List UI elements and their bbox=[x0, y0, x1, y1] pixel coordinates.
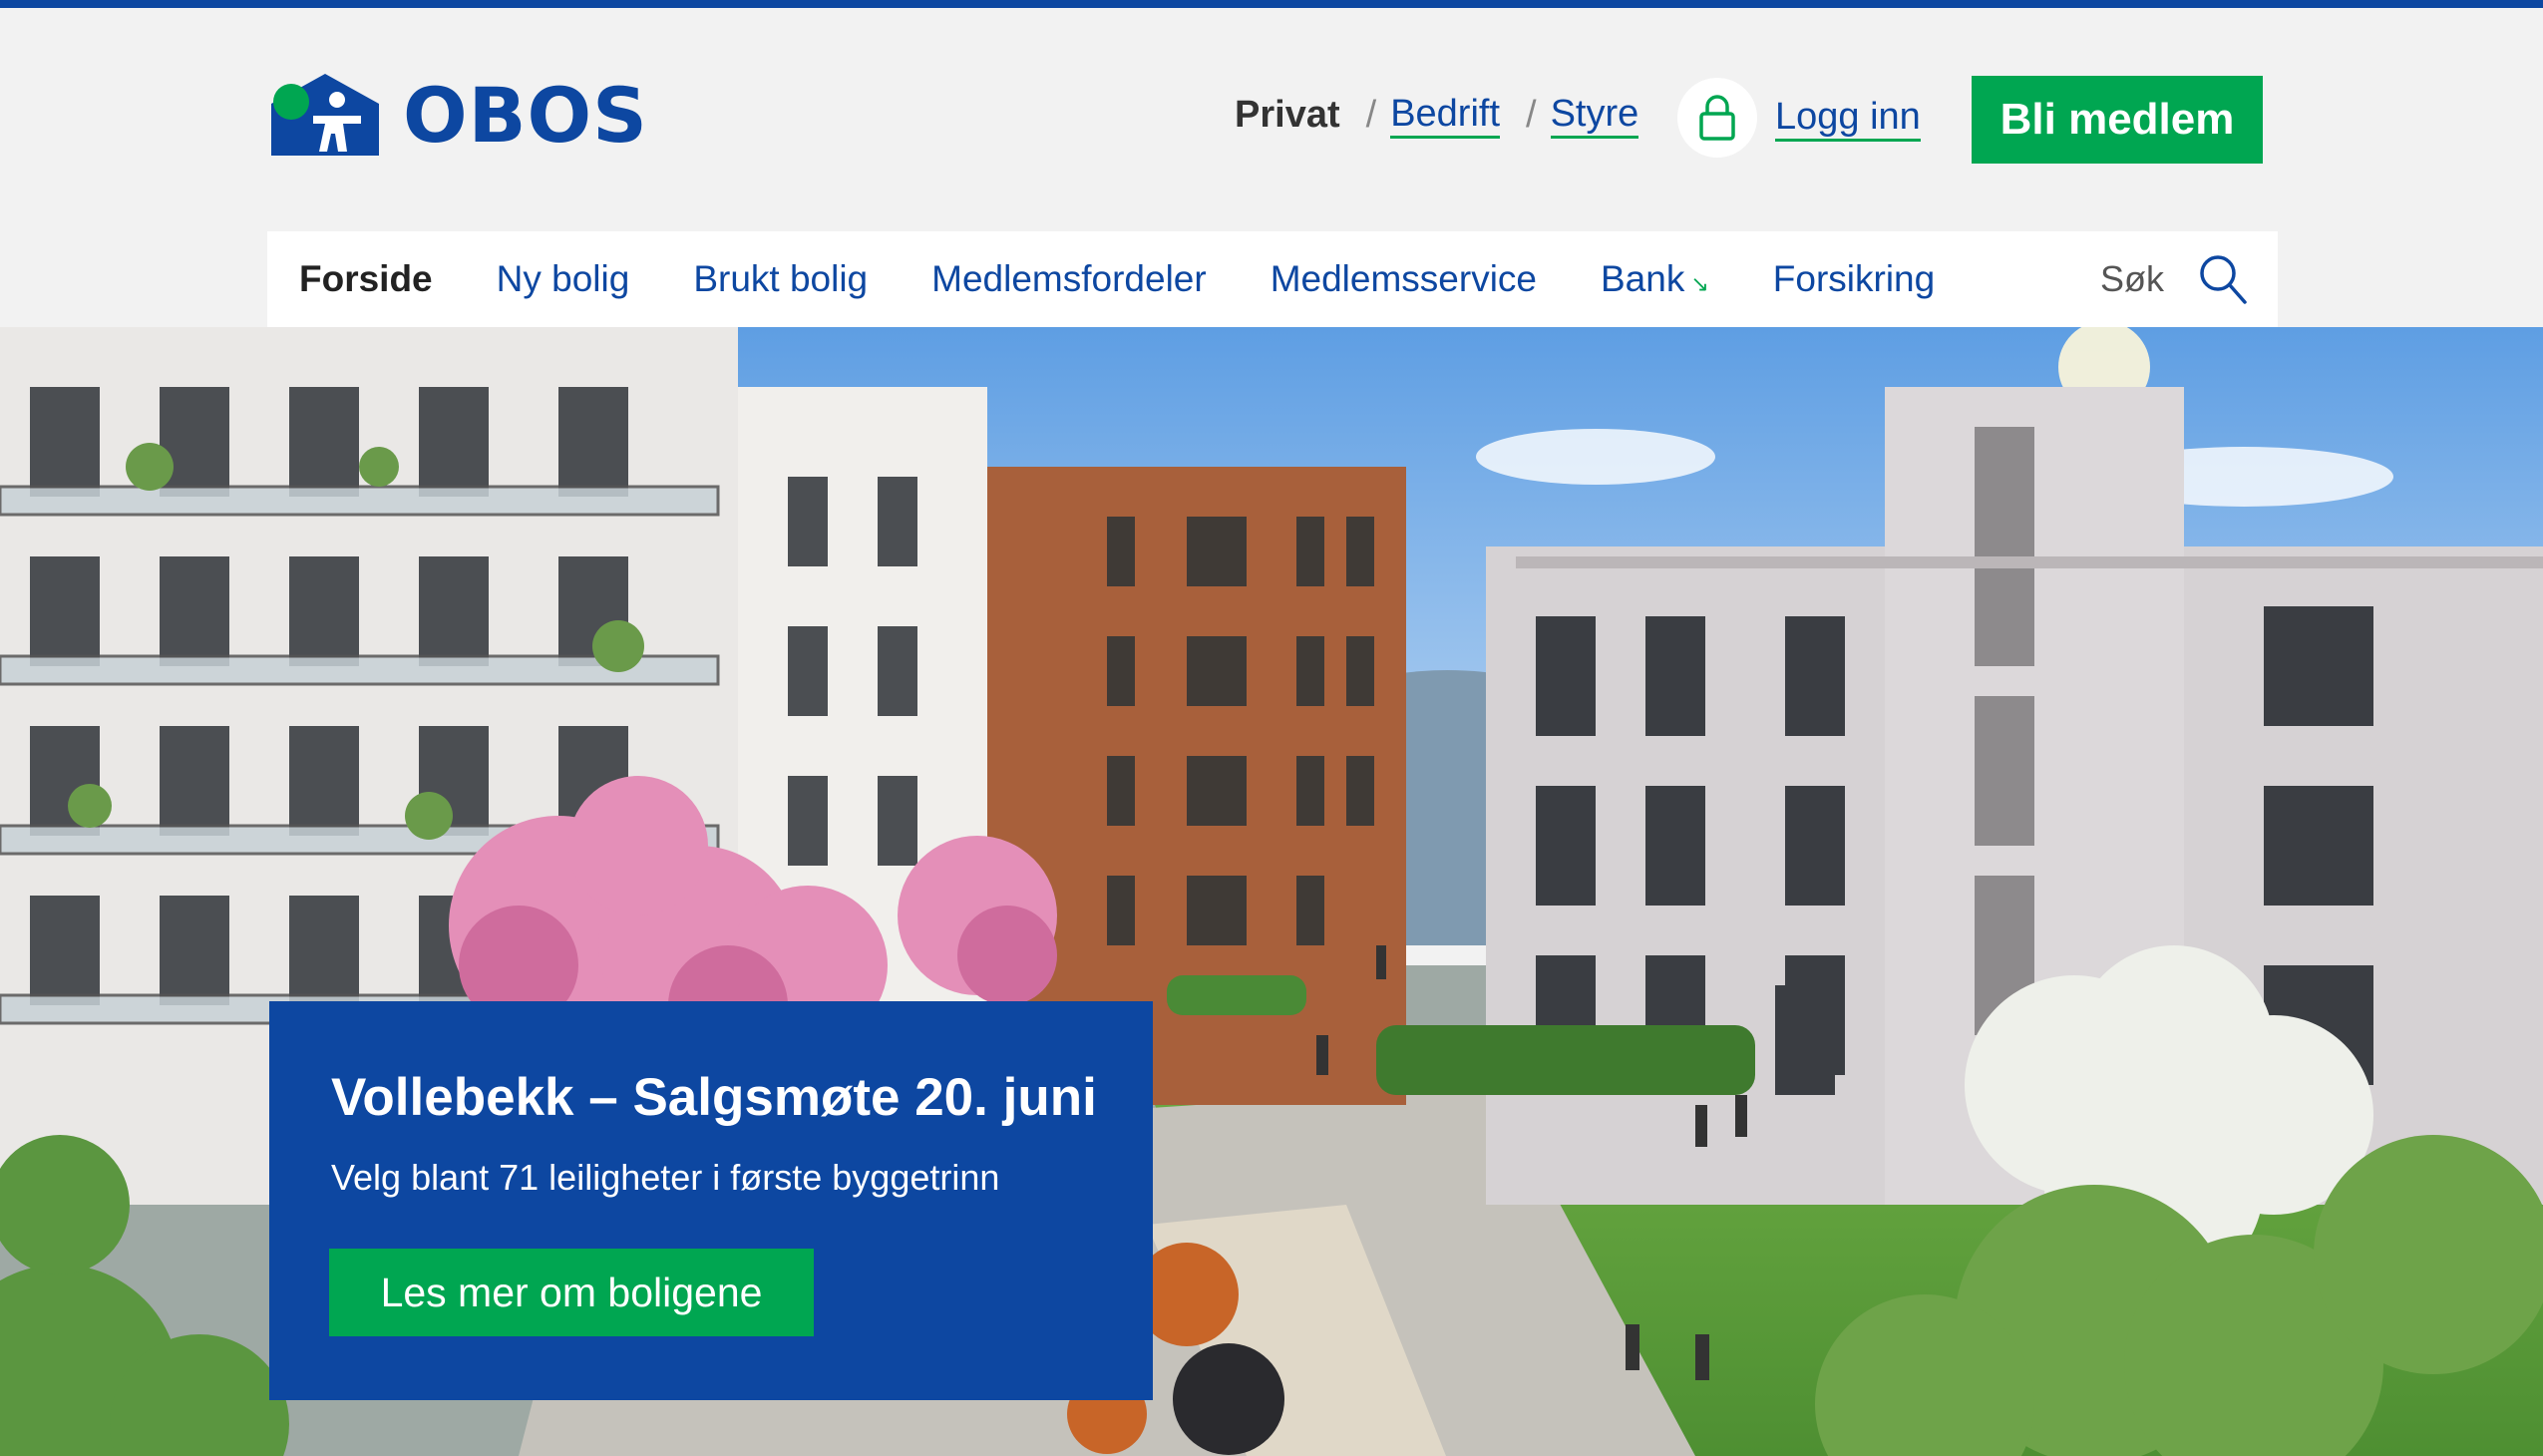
become-member-button[interactable]: Bli medlem bbox=[1972, 76, 2263, 164]
login-link[interactable]: Logg inn bbox=[1775, 95, 1921, 142]
lock-icon[interactable] bbox=[1677, 78, 1757, 158]
segment-bedrift-link[interactable]: Bedrift bbox=[1390, 92, 1501, 139]
nav-item-brukt-bolig[interactable]: Brukt bolig bbox=[693, 258, 868, 300]
separator: / bbox=[1526, 94, 1537, 136]
top-accent-bar bbox=[0, 0, 2543, 8]
logo-wordmark: OBOS bbox=[403, 70, 648, 160]
search-toggle[interactable]: Søk bbox=[2100, 253, 2248, 305]
nav-item-medlemsservice[interactable]: Medlemsservice bbox=[1271, 258, 1537, 300]
nav-item-forsikring[interactable]: Forsikring bbox=[1773, 258, 1935, 300]
login-area[interactable]: Logg inn bbox=[1677, 78, 1921, 158]
promo-card: Vollebekk – Salgsmøte 20. juni Velg blan… bbox=[269, 1001, 1153, 1400]
external-arrow-icon: ↘ bbox=[1690, 271, 1709, 296]
promo-title: Vollebekk – Salgsmøte 20. juni bbox=[331, 1068, 1097, 1127]
separator: / bbox=[1365, 94, 1377, 136]
segment-styre-link[interactable]: Styre bbox=[1550, 92, 1639, 139]
segment-privat[interactable]: Privat bbox=[1235, 94, 1340, 137]
obos-logo[interactable]: OBOS bbox=[267, 70, 648, 160]
house-person-icon bbox=[271, 74, 379, 156]
nav-item-bank[interactable]: Bank ↘ bbox=[1601, 258, 1709, 300]
search-label: Søk bbox=[2099, 258, 2164, 299]
main-navigation: Forside Ny bolig Brukt bolig Medlemsford… bbox=[267, 231, 2278, 327]
promo-subtitle: Velg blant 71 leiligheter i første bygge… bbox=[331, 1157, 1000, 1198]
audience-switcher: Privat / Bedrift / Styre bbox=[1235, 92, 1639, 139]
search-icon[interactable] bbox=[2198, 253, 2248, 305]
read-more-homes-button[interactable]: Les mer om boligene bbox=[329, 1249, 814, 1336]
nav-item-bank-label: Bank bbox=[1601, 258, 1685, 299]
nav-item-forside[interactable]: Forside bbox=[299, 258, 433, 300]
nav-item-ny-bolig[interactable]: Ny bolig bbox=[497, 258, 630, 300]
nav-item-medlemsfordeler[interactable]: Medlemsfordeler bbox=[931, 258, 1207, 300]
